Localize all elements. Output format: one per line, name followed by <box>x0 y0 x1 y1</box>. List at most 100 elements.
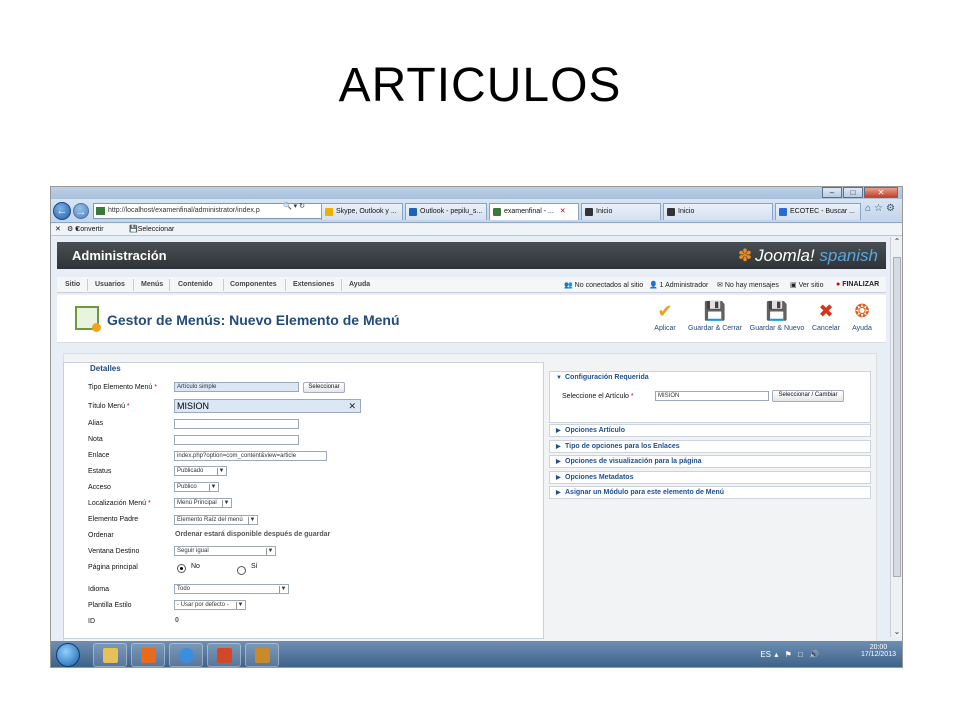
menu-ayuda[interactable]: Ayuda <box>349 281 370 288</box>
parent-select[interactable]: Elemento Raíz del menú ▼ <box>174 515 258 525</box>
menu-manager-icon <box>75 306 101 332</box>
caret-right-icon: ▶ <box>556 459 561 465</box>
alias-input[interactable] <box>174 419 299 429</box>
panel-metadata-options[interactable]: ▶ Opciones Metadatos <box>549 471 871 484</box>
cancel-button[interactable]: ✖ Cancelar <box>811 301 841 332</box>
home-star-gear-icons[interactable]: ⌂☆⚙ <box>865 203 898 214</box>
select-change-button[interactable]: Seleccionar / Cambiar <box>772 390 844 402</box>
page-scrollbar[interactable]: ⌃ ⌄ <box>890 237 902 637</box>
start-button[interactable] <box>56 643 80 667</box>
tab-examenfinal[interactable]: examenfinal - ... ✕ <box>489 203 579 220</box>
address-text: http://localhost/examenfinal/administrat… <box>108 207 260 214</box>
panel-article-options[interactable]: ▶ Opciones Artículo <box>549 424 871 437</box>
scroll-thumb <box>893 257 901 577</box>
title-label: Título Menú * <box>88 403 130 410</box>
clock-time[interactable]: 20:00 <box>861 644 896 651</box>
access-select[interactable]: Publico ▼ <box>174 482 219 492</box>
help-button[interactable]: ❂ Ayuda <box>849 301 875 332</box>
tab-outlook[interactable]: Outlook - pepilu_s... <box>405 203 487 220</box>
powerpoint-taskbar-button[interactable] <box>207 643 241 667</box>
alias-label: Alias <box>88 420 104 427</box>
close-tab-icon[interactable]: ✕ <box>560 208 566 215</box>
parent-label: Elemento Padre <box>88 516 139 523</box>
apply-button[interactable]: ✔ Aplicar <box>653 301 677 332</box>
chevron-down-icon: ▼ <box>266 548 274 555</box>
menu-componentes[interactable]: Componentes <box>230 281 277 288</box>
search-refresh-icons[interactable]: 🔍 ▾ ↻ <box>283 202 305 210</box>
caret-right-icon: ▶ <box>556 490 561 496</box>
save-new-button[interactable]: 💾 Guardar & Nuevo <box>749 301 805 332</box>
link-label: Enlace <box>88 452 110 459</box>
media-taskbar-button[interactable] <box>131 643 165 667</box>
convert-menu[interactable]: ⚙ Convertir ▾ <box>67 224 104 235</box>
forward-button[interactable]: → <box>73 203 89 219</box>
menu-menus[interactable]: Menús <box>141 281 163 288</box>
menu-contenido[interactable]: Contenido <box>178 281 213 288</box>
title-input[interactable]: MISION ✕ <box>174 399 361 413</box>
tab-skype[interactable]: Skype, Outlook y ... <box>321 203 403 220</box>
status-label: Estatus <box>88 468 112 475</box>
finish-link[interactable]: ● FINALIZAR <box>836 281 879 288</box>
type-label: Tipo Elemento Menú * <box>88 384 158 391</box>
location-select[interactable]: Menú Principal ▼ <box>174 498 232 508</box>
select-type-button[interactable]: Seleccionar <box>303 382 345 393</box>
tray-icons[interactable]: ▴ ⚑ □ 🔊 <box>774 650 821 659</box>
page-title: Gestor de Menús: Nuevo Elemento de Menú <box>107 312 400 328</box>
maximize-button[interactable]: □ <box>843 187 863 198</box>
close-window-button[interactable]: ✕ <box>864 187 898 198</box>
status-messages[interactable]: ✉ No hay mensajes <box>717 281 779 289</box>
home-label: Página principal <box>88 564 138 571</box>
tab-ecotec[interactable]: ECOTEC - Buscar ... <box>775 203 861 220</box>
site-favicon-icon <box>96 207 105 215</box>
caret-right-icon: ▶ <box>556 444 561 450</box>
status-not-connected[interactable]: 👥 No conectados al sitio <box>564 281 643 289</box>
menu-usuarios[interactable]: Usuarios <box>95 281 125 288</box>
archive-icon <box>255 648 270 663</box>
menu-extensiones[interactable]: Extensiones <box>293 281 334 288</box>
link-input: index.php?option=com_content&view=articl… <box>174 451 327 461</box>
lang-label: Idioma <box>88 586 110 593</box>
style-select[interactable]: - Usar por defecto - ▼ <box>174 600 246 610</box>
caret-right-icon: ▶ <box>556 428 561 434</box>
details-legend: Detalles <box>88 364 123 373</box>
users-icon: 👥 <box>564 282 573 289</box>
status-admin[interactable]: 👤 1 Administrador <box>649 281 708 289</box>
status-select[interactable]: Publicado ▼ <box>174 466 227 476</box>
window-titlebar: – □ ✕ <box>51 187 902 199</box>
save-close-button[interactable]: 💾 Guardar & Cerrar <box>687 301 743 332</box>
home-yes-radio[interactable] <box>237 566 246 575</box>
scroll-up-icon: ⌃ <box>893 237 901 246</box>
tab-inicio-2[interactable]: Inicio <box>663 203 773 220</box>
home-no-radio[interactable] <box>177 564 186 573</box>
cancel-icon: ✖ <box>818 301 834 321</box>
tab-inicio-1[interactable]: Inicio <box>581 203 661 220</box>
close-bar-icon[interactable]: ✕ <box>55 224 61 235</box>
target-select[interactable]: Seguir igual ▼ <box>174 546 276 556</box>
chevron-down-icon: ▼ <box>209 484 217 491</box>
clock-date[interactable]: 17/12/2013 <box>861 651 896 658</box>
panel-link-options[interactable]: ▶ Tipo de opciones para los Enlaces <box>549 440 871 453</box>
explorer-taskbar-button[interactable] <box>93 643 127 667</box>
note-input[interactable] <box>174 435 299 445</box>
folder-icon <box>103 648 118 663</box>
chevron-down-icon: ▼ <box>279 586 287 593</box>
order-label: Ordenar <box>88 532 114 539</box>
joomla-logo-icon: ✽ <box>737 246 753 265</box>
order-value: Ordenar estará disponible después de gua… <box>175 531 331 538</box>
panel-module-assignment[interactable]: ▶ Asignar un Módulo para este elemento de… <box>549 486 871 499</box>
select-menu[interactable]: 💾 Seleccionar <box>129 224 174 235</box>
admin-menubar: Sitio Usuarios Menús Contenido Component… <box>57 277 886 293</box>
target-label: Ventana Destino <box>88 548 140 555</box>
lang-select[interactable]: Todo ▼ <box>174 584 289 594</box>
view-site-link[interactable]: ▣ Ver sitio <box>790 281 823 289</box>
powerpoint-icon <box>217 648 232 663</box>
clear-icon[interactable]: ✕ <box>348 400 356 412</box>
minimize-button[interactable]: – <box>822 187 842 198</box>
ie-taskbar-button[interactable] <box>169 643 203 667</box>
menu-sitio[interactable]: Sitio <box>65 281 80 288</box>
language-indicator[interactable]: ES <box>760 650 771 659</box>
back-button[interactable]: ← <box>53 202 71 220</box>
app-taskbar-button[interactable] <box>245 643 279 667</box>
select-article-field: MISION <box>655 391 769 401</box>
panel-display-options[interactable]: ▶ Opciones de visualización para la págin… <box>549 455 871 468</box>
